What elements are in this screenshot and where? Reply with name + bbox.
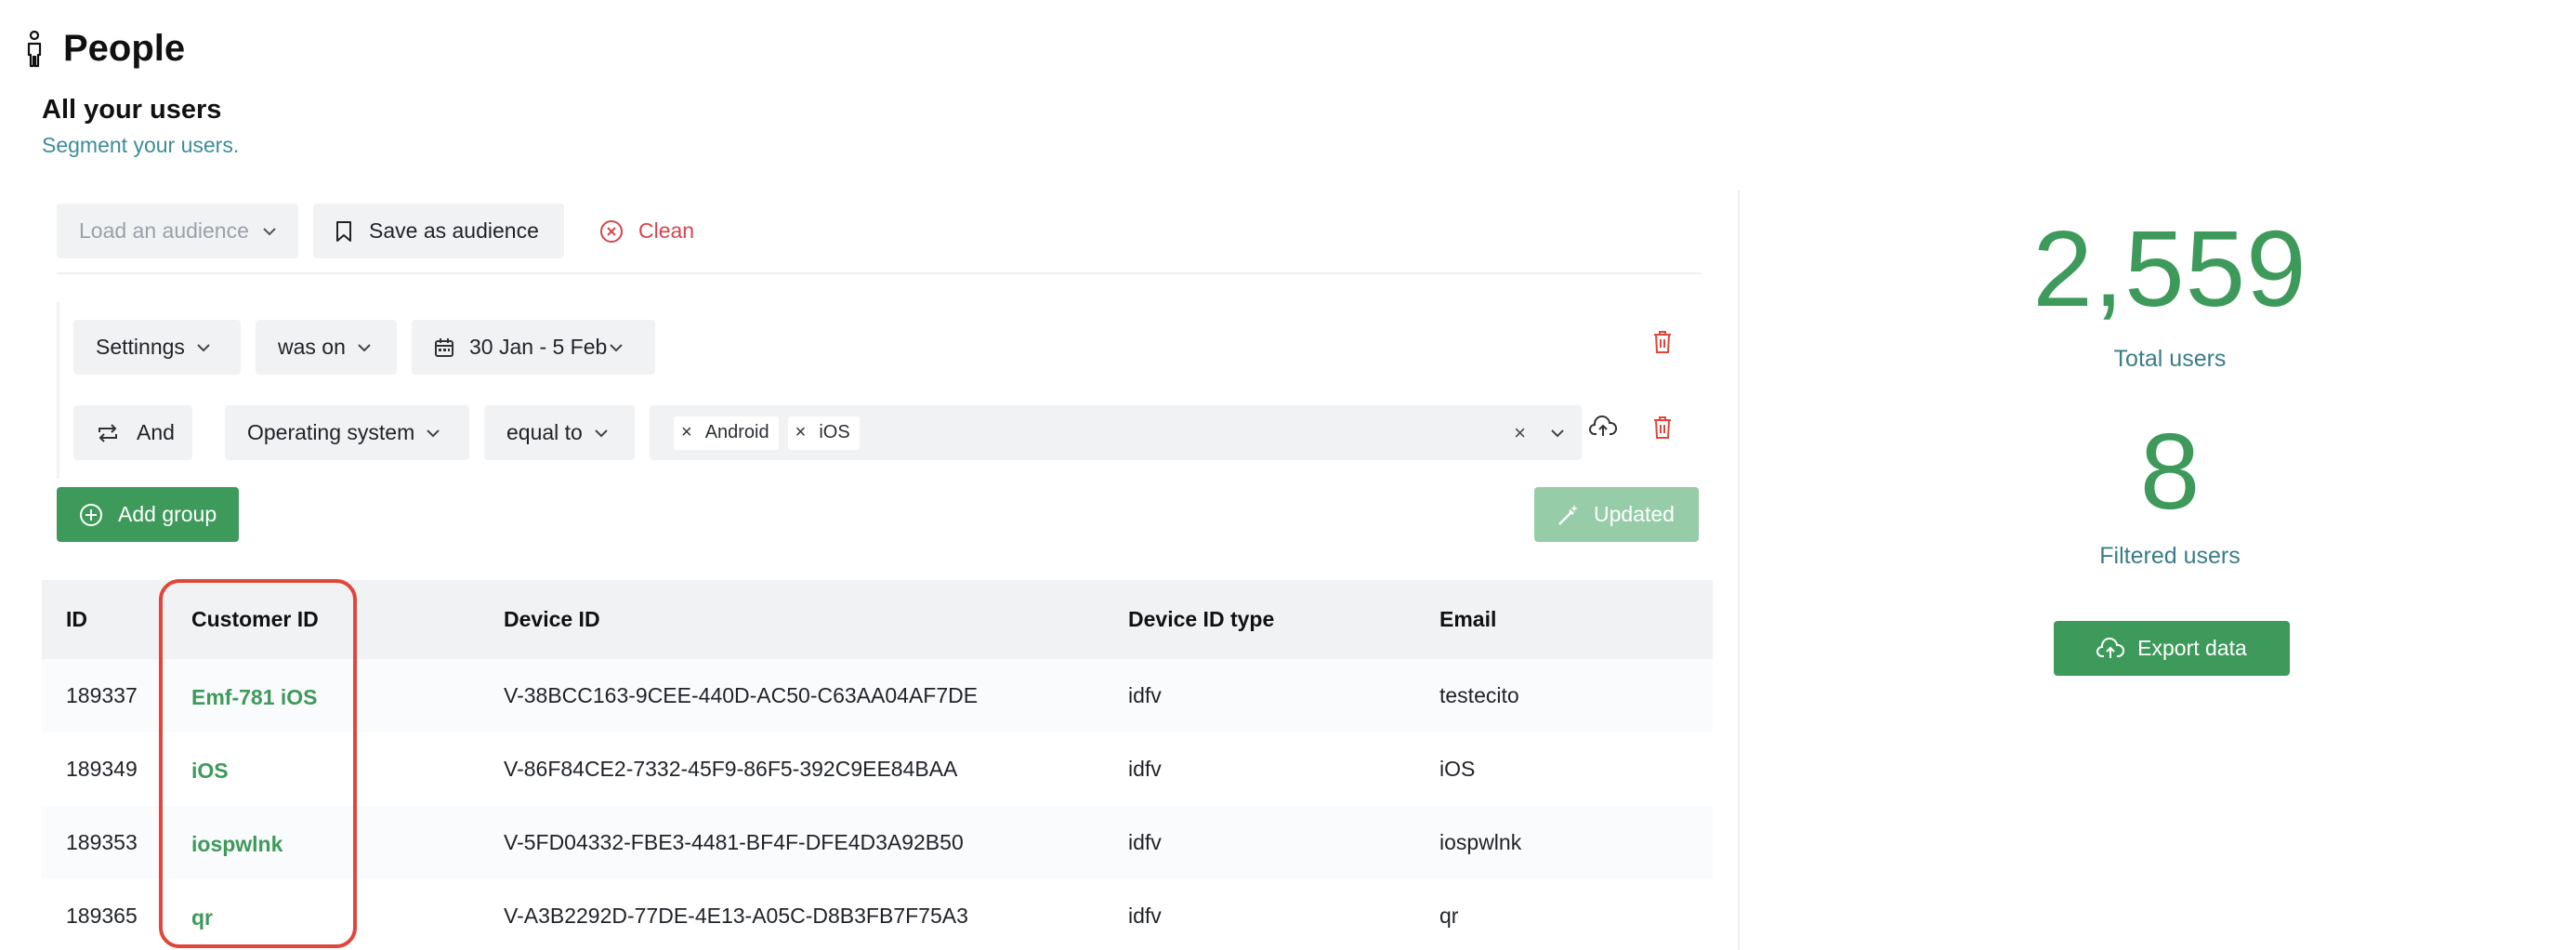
updated-button[interactable]: Updated (1534, 487, 1699, 542)
date-range-label: 30 Jan - 5 Feb (469, 335, 608, 359)
panel-divider (1738, 191, 1740, 950)
trash-icon[interactable] (1652, 416, 1673, 440)
table-row[interactable]: 189337 Emf-781 iOS V-38BCC163-9CEE-440D-… (42, 659, 1713, 732)
save-as-audience-label: Save as audience (369, 218, 539, 243)
property-select[interactable]: Operating system (225, 405, 469, 460)
filtered-users-label: Filtered users (2099, 543, 2241, 569)
remove-chip-icon[interactable]: × (795, 422, 807, 443)
cell-email: testecito (1439, 683, 1519, 707)
table-header: ID Customer ID Device ID Device ID type … (42, 580, 1713, 659)
event-label: Settinngs (96, 335, 185, 359)
value-chip[interactable]: × Android (674, 416, 779, 450)
add-group-label: Add group (118, 502, 217, 526)
connector-toggle[interactable]: And (73, 405, 192, 460)
event-select[interactable]: Settinngs (73, 320, 241, 375)
value-chip[interactable]: × iOS (787, 416, 860, 450)
column-header-email[interactable]: Email (1439, 580, 1496, 659)
audience-toolbar: Load an audience Save as audience Clean (57, 204, 1701, 274)
clean-button[interactable]: Clean (599, 204, 694, 258)
cell-customer-id[interactable]: qr (191, 879, 213, 950)
property-label: Operating system (247, 420, 415, 444)
cell-id: 189365 (66, 904, 138, 928)
cell-id: 189353 (66, 830, 138, 854)
cell-email: iospwlnk (1439, 830, 1522, 854)
table-row[interactable]: 189349 iOS V-86F84CE2-7332-45F9-86F5-392… (42, 732, 1713, 806)
property-operator-select[interactable]: equal to (484, 405, 635, 460)
cell-device-id: V-38BCC163-9CEE-440D-AC50-C63AA04AF7DE (504, 683, 979, 707)
clean-label: Clean (638, 218, 695, 243)
page-title: People (63, 28, 186, 69)
save-as-audience-button[interactable]: Save as audience (313, 204, 564, 258)
cell-device-id: V-5FD04332-FBE3-4481-BF4F-DFE4D3A92B50 (504, 830, 964, 854)
export-data-button[interactable]: Export data (2054, 621, 2290, 676)
table-body: 189337 Emf-781 iOS V-38BCC163-9CEE-440D-… (42, 659, 1713, 950)
filtered-users-count: 8 (2139, 411, 2201, 532)
cell-device-id-type: idfv (1128, 904, 1162, 928)
chevron-down-icon[interactable] (1550, 429, 1565, 438)
date-range-picker[interactable]: 30 Jan - 5 Feb (412, 320, 655, 375)
trash-icon[interactable] (1652, 330, 1673, 354)
total-users-count: 2,559 (2032, 208, 2307, 329)
cell-customer-id[interactable]: iospwlnk (191, 806, 283, 879)
column-header-device-id[interactable]: Device ID (504, 580, 600, 659)
magic-wand-icon (1558, 504, 1578, 525)
chevron-down-icon (610, 343, 624, 351)
cell-id: 189349 (66, 757, 138, 781)
cell-device-id-type: idfv (1128, 757, 1162, 781)
chevron-down-icon (358, 343, 371, 351)
cell-email: iOS (1439, 757, 1476, 781)
values-multiselect[interactable]: × Android × iOS × (650, 405, 1582, 460)
close-circle-icon (600, 219, 623, 243)
load-audience-label: Load an audience (79, 218, 249, 243)
value-chip-label: Android (704, 422, 769, 442)
connector-label: And (137, 420, 175, 444)
cell-device-id: V-A3B2292D-77DE-4E13-A05C-D8B3FB7F75A3 (504, 904, 968, 928)
total-users-label: Total users (2113, 346, 2227, 372)
repeat-icon (99, 423, 117, 442)
table-row[interactable]: 189353 iospwlnk V-5FD04332-FBE3-4481-BF4… (42, 806, 1713, 879)
value-chip-label: iOS (819, 422, 850, 442)
event-operator-label: was on (278, 335, 346, 359)
filter-group: Settinngs was on 30 Jan - 5 Feb And Oper… (57, 302, 1701, 479)
cell-email: qr (1439, 904, 1459, 928)
chevron-down-icon (595, 429, 608, 437)
cell-customer-id[interactable]: iOS (191, 732, 229, 806)
section-description: Segment your users. (42, 133, 240, 157)
updated-label: Updated (1594, 502, 1675, 526)
chevron-down-icon (197, 343, 210, 351)
property-operator-label: equal to (506, 420, 583, 444)
cloud-upload-icon[interactable] (1589, 416, 1617, 438)
cell-device-id: V-86F84CE2-7332-45F9-86F5-392C9EE84BAA (504, 757, 958, 781)
clear-values-icon[interactable]: × (1514, 421, 1526, 445)
add-group-button[interactable]: Add group (57, 487, 239, 542)
person-icon (27, 30, 42, 67)
column-header-customer-id[interactable]: Customer ID (191, 580, 319, 659)
chevron-down-icon (427, 429, 440, 437)
chevron-down-icon (263, 227, 276, 235)
users-table: ID Customer ID Device ID Device ID type … (42, 580, 1713, 950)
export-data-label: Export data (2137, 636, 2247, 660)
calendar-icon (435, 337, 453, 357)
load-audience-dropdown[interactable]: Load an audience (57, 204, 298, 258)
cloud-upload-icon (2096, 637, 2125, 658)
cell-device-id-type: idfv (1128, 830, 1162, 854)
cell-device-id-type: idfv (1128, 683, 1162, 707)
plus-circle-icon (80, 503, 102, 526)
remove-chip-icon[interactable]: × (681, 422, 692, 443)
column-header-device-id-type[interactable]: Device ID type (1128, 580, 1274, 659)
cell-id: 189337 (66, 683, 138, 707)
bookmark-icon (336, 220, 351, 242)
section-title: All your users (42, 95, 222, 125)
cell-customer-id[interactable]: Emf-781 iOS (191, 659, 318, 732)
column-header-id[interactable]: ID (66, 580, 87, 659)
event-operator-select[interactable]: was on (256, 320, 397, 375)
values-controls: × (1514, 405, 1565, 460)
table-row[interactable]: 189365 qr V-A3B2292D-77DE-4E13-A05C-D8B3… (42, 879, 1713, 950)
page-header: People (24, 28, 185, 70)
